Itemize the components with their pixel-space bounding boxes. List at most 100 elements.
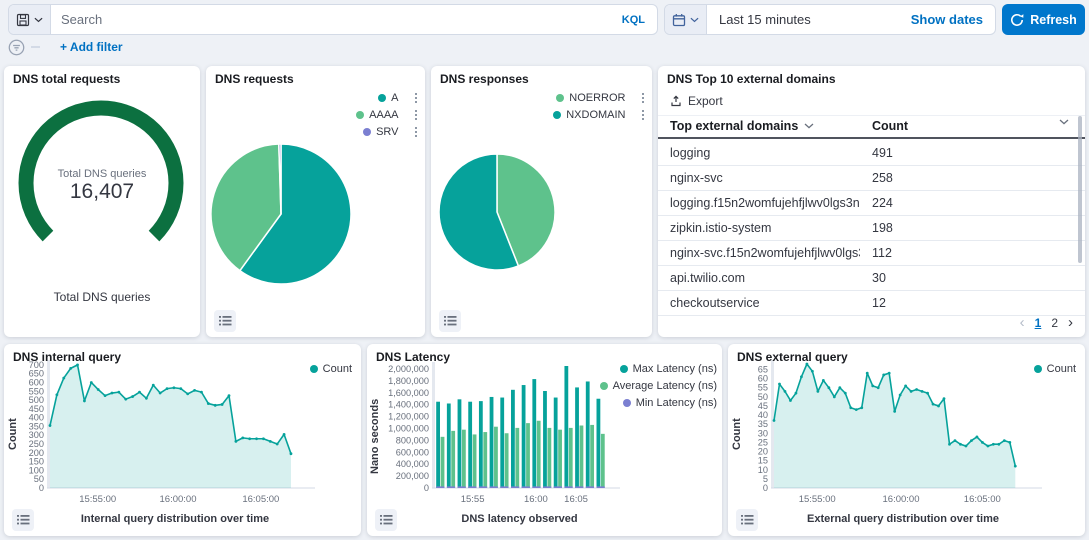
y-axis-title: Count: [731, 379, 743, 489]
svg-text:250: 250: [29, 439, 44, 449]
legend-list-button[interactable]: [12, 509, 34, 531]
legend-item-menu-icon[interactable]: [415, 127, 418, 138]
svg-text:200: 200: [29, 448, 44, 458]
list-icon: [219, 315, 232, 327]
legend-dot: [556, 94, 564, 102]
svg-text:5: 5: [763, 474, 768, 484]
legend-item-menu-icon[interactable]: [415, 110, 418, 121]
search-input[interactable]: [51, 12, 610, 27]
legend-item-menu-icon[interactable]: [415, 93, 418, 104]
legend-label: SRV: [376, 126, 398, 138]
svg-text:15:55:00: 15:55:00: [799, 494, 836, 505]
svg-text:1,000,000: 1,000,000: [388, 423, 429, 433]
svg-text:0: 0: [763, 483, 768, 493]
column-header-domains[interactable]: Top external domains: [670, 119, 814, 133]
column-header-label: Top external domains: [670, 119, 798, 133]
legend-dot: [623, 399, 631, 407]
svg-text:35: 35: [758, 419, 768, 429]
saved-query-menu-button[interactable]: [9, 5, 51, 34]
refresh-button[interactable]: Refresh: [1002, 4, 1085, 35]
cell-domain: zipkin.istio-system: [670, 221, 860, 235]
svg-text:30: 30: [758, 428, 768, 438]
cell-count: 491: [872, 146, 893, 160]
list-icon: [17, 514, 30, 526]
export-button[interactable]: Export: [670, 94, 723, 108]
legend-item[interactable]: NXDOMAIN: [553, 109, 644, 121]
legend-item-menu-icon[interactable]: [642, 110, 645, 121]
cell-domain: logging: [670, 146, 860, 160]
search-bar: KQL: [8, 4, 658, 35]
svg-text:450: 450: [29, 404, 44, 414]
area-chart[interactable]: 0510152025303540455055606515:55:0016:00:…: [728, 344, 1085, 536]
show-dates-link[interactable]: Show dates: [911, 12, 995, 27]
svg-text:16:05:00: 16:05:00: [964, 494, 1001, 505]
legend-item-menu-icon[interactable]: [642, 93, 645, 104]
column-header-count-menu[interactable]: [1059, 119, 1069, 125]
svg-text:55: 55: [758, 383, 768, 393]
cell-count: 198: [872, 221, 893, 235]
area-chart[interactable]: 0501001502002503003504004505005506006507…: [4, 344, 361, 536]
save-icon: [16, 13, 30, 27]
pagination-prev-icon[interactable]: ‹: [1020, 317, 1025, 329]
time-range-label[interactable]: Last 15 minutes: [707, 12, 911, 27]
date-picker-menu-button[interactable]: [665, 5, 707, 34]
svg-text:45: 45: [758, 401, 768, 411]
add-filter-button[interactable]: + Add filter: [60, 40, 123, 54]
legend-label: NOERROR: [569, 92, 625, 104]
legend-item[interactable]: Max Latency (ns): [600, 363, 717, 375]
legend-list-button[interactable]: [214, 310, 236, 332]
chart-legend: NOERROR NXDOMAIN: [553, 92, 644, 121]
svg-text:16:00:00: 16:00:00: [883, 494, 920, 505]
legend-item[interactable]: Min Latency (ns): [600, 397, 717, 409]
svg-text:650: 650: [29, 369, 44, 379]
svg-text:1,200,000: 1,200,000: [388, 412, 429, 422]
legend-item[interactable]: Count: [310, 363, 352, 375]
svg-text:15:55: 15:55: [461, 494, 485, 505]
legend-list-button[interactable]: [439, 310, 461, 332]
kql-badge[interactable]: KQL: [610, 14, 657, 26]
table-header: Top external domains Count: [658, 116, 1085, 139]
legend-item[interactable]: SRV: [356, 126, 417, 138]
svg-text:300: 300: [29, 430, 44, 440]
table-body: logging491nginx-svc258logging.f15n2womfu…: [658, 141, 1085, 316]
svg-text:50: 50: [758, 392, 768, 402]
legend-dot: [1034, 365, 1042, 373]
legend-dot: [356, 111, 364, 119]
svg-text:2,000,000: 2,000,000: [388, 364, 429, 374]
svg-text:0: 0: [39, 483, 44, 493]
legend-list-button[interactable]: [736, 509, 758, 531]
cell-count: 224: [872, 196, 893, 210]
chart-legend: AAAAASRV: [356, 92, 417, 138]
svg-text:16:05: 16:05: [564, 494, 588, 505]
legend-item[interactable]: Count: [1034, 363, 1076, 375]
panel-dns-total-requests: DNS total requests Total DNS queries 16,…: [4, 66, 200, 337]
panel-title: DNS responses: [440, 72, 529, 86]
table-row: nginx-svc.f15n2womfujehfjlwv0lgs3no...11…: [658, 241, 1085, 266]
svg-text:15:55:00: 15:55:00: [79, 494, 116, 505]
legend-item[interactable]: NOERROR: [553, 92, 644, 104]
table-scrollbar[interactable]: [1078, 116, 1082, 263]
legend-dot: [553, 111, 561, 119]
legend-item[interactable]: Average Latency (ns): [600, 380, 717, 392]
cell-domain: checkoutservice: [670, 296, 860, 310]
filter-menu-icon[interactable]: [8, 39, 25, 56]
chart-legend: Count: [310, 363, 352, 375]
table-row: nginx-svc258: [658, 166, 1085, 191]
svg-text:1,600,000: 1,600,000: [388, 388, 429, 398]
pagination-next-icon[interactable]: ›: [1068, 317, 1073, 329]
svg-text:20: 20: [758, 447, 768, 457]
legend-item[interactable]: A: [356, 92, 417, 104]
legend-dot: [310, 365, 318, 373]
chevron-down-icon: [34, 17, 43, 23]
svg-text:350: 350: [29, 421, 44, 431]
svg-text:25: 25: [758, 437, 768, 447]
y-axis-title: Nano seconds: [369, 379, 381, 494]
column-header-count[interactable]: Count: [872, 119, 908, 133]
legend-item[interactable]: AAAA: [356, 109, 417, 121]
export-icon: [670, 95, 682, 107]
pagination-page-2[interactable]: 2: [1051, 316, 1058, 330]
legend-list-button[interactable]: [375, 509, 397, 531]
legend-dot: [620, 365, 628, 373]
svg-text:400,000: 400,000: [396, 459, 429, 469]
pagination-page-1[interactable]: 1: [1035, 316, 1042, 330]
